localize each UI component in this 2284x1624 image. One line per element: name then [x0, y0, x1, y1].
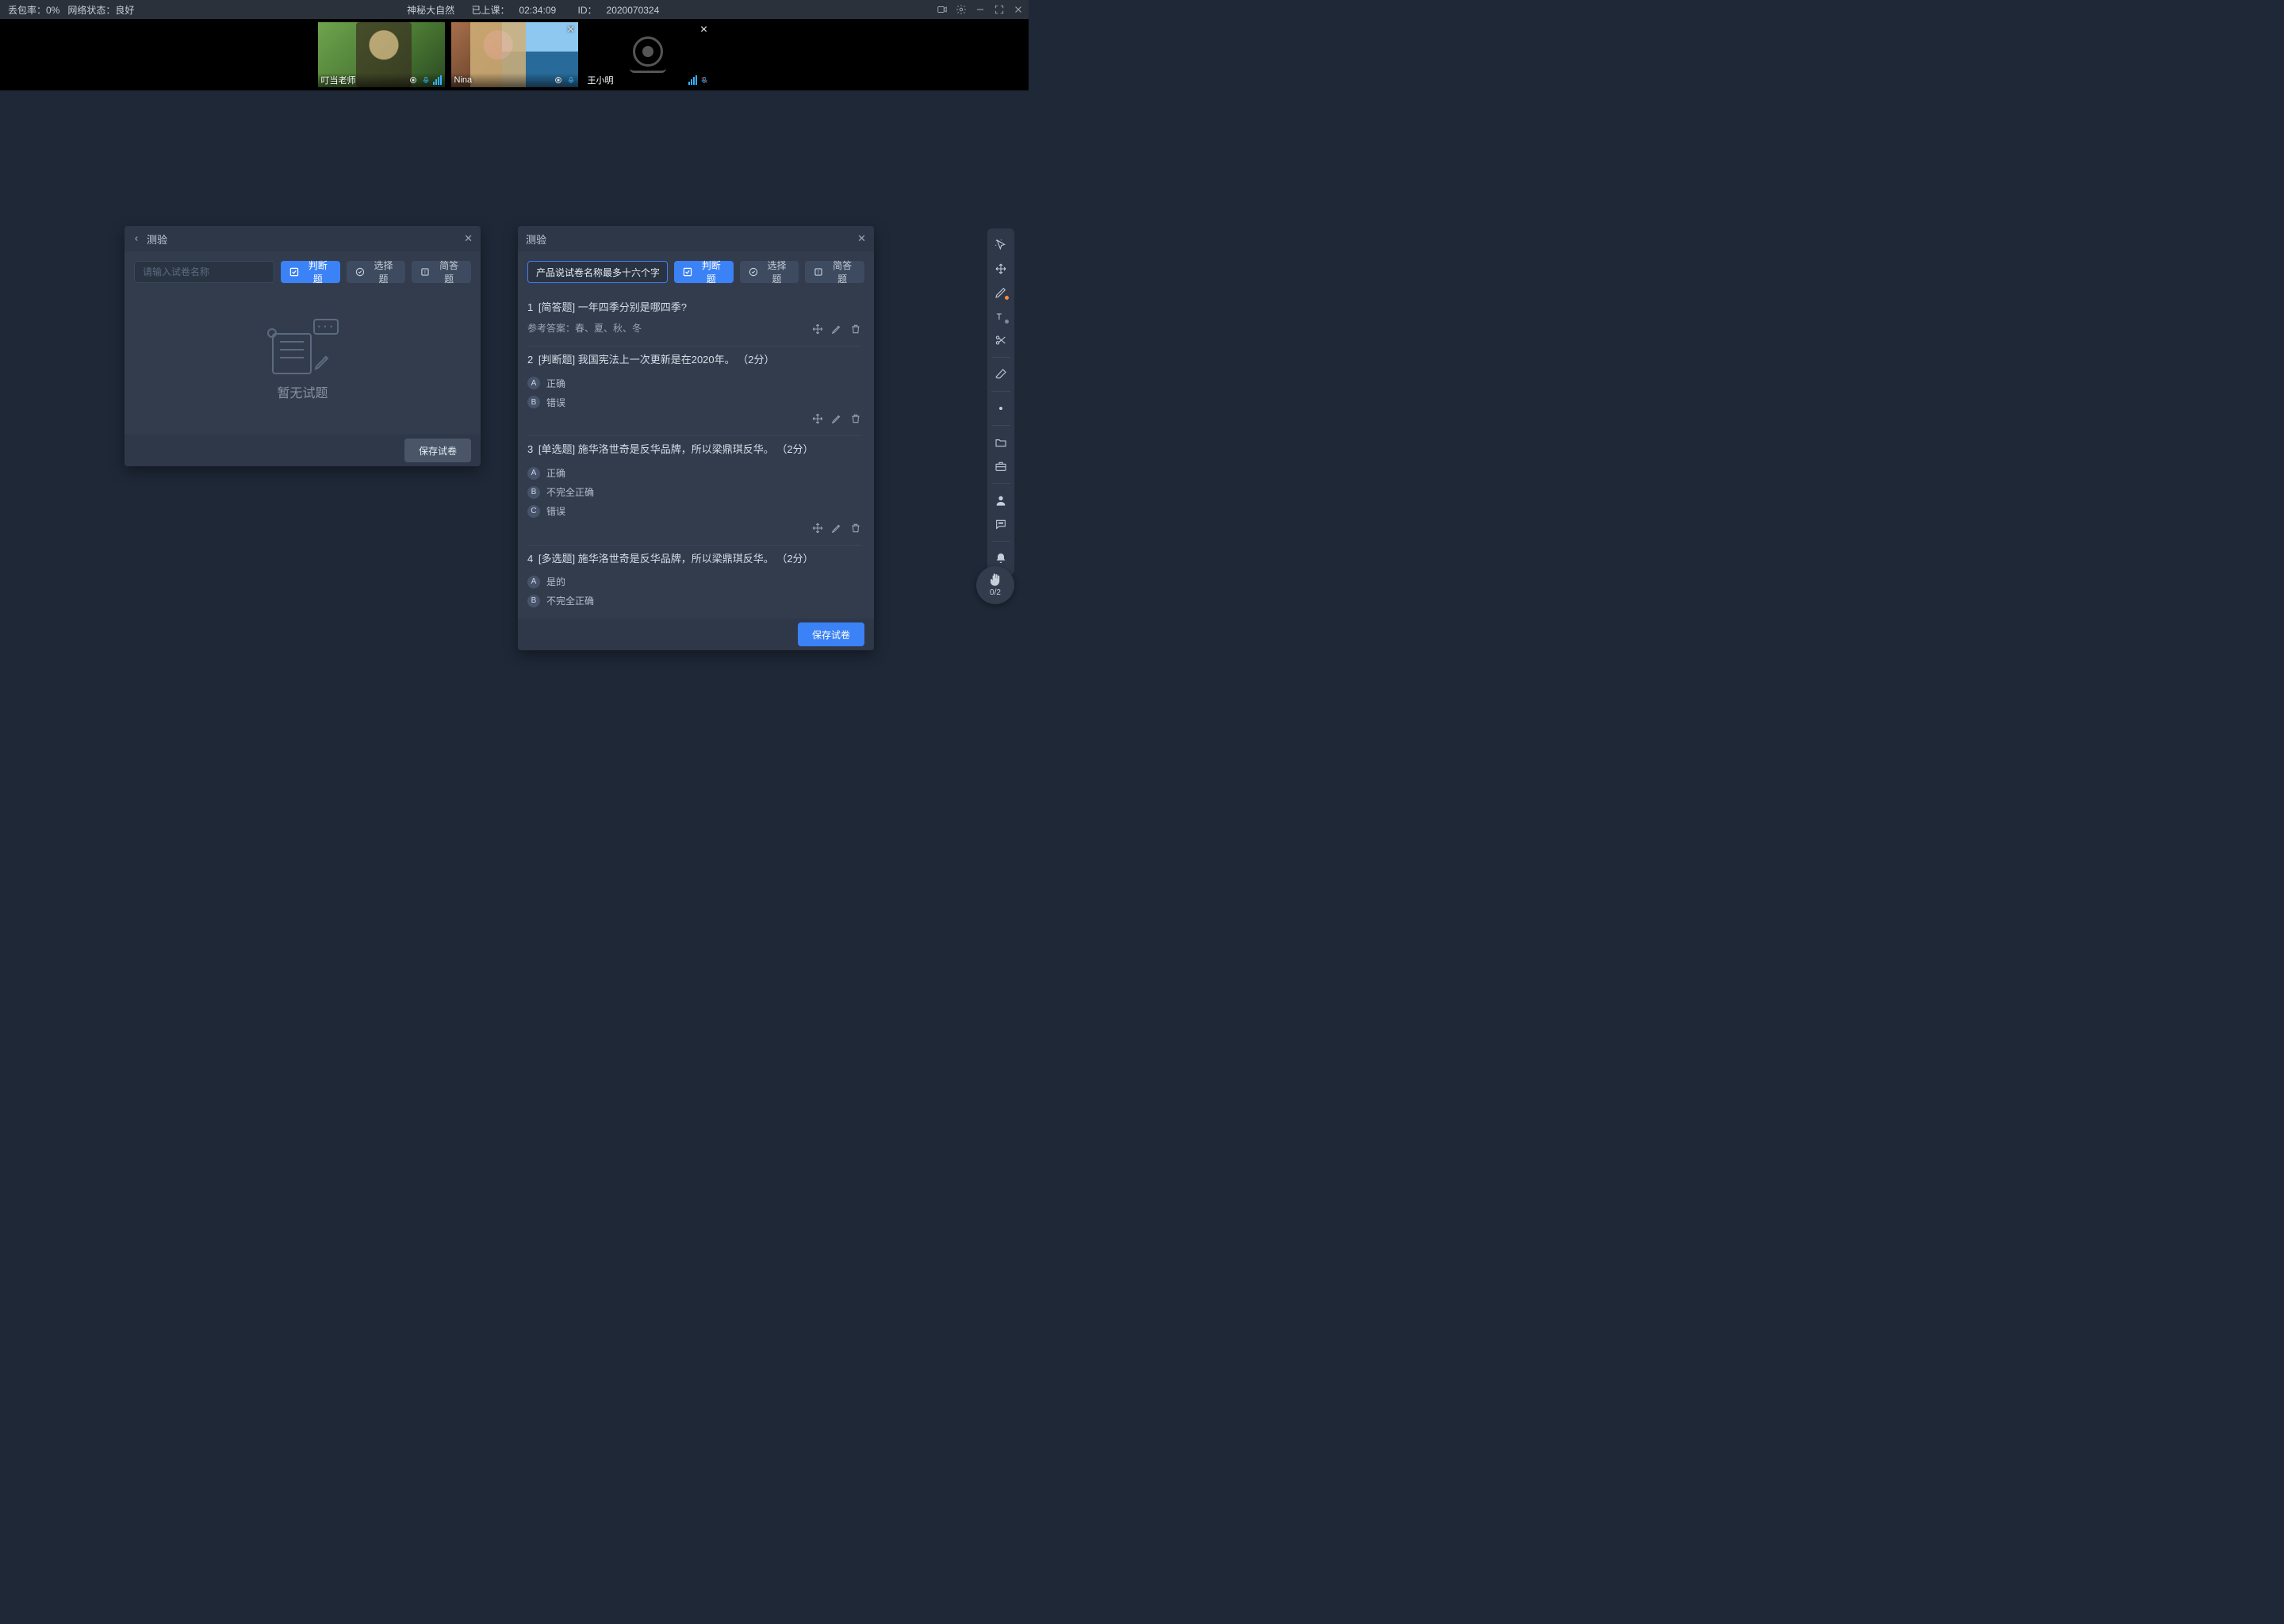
add-judge-button[interactable]: 判断题 [281, 261, 340, 283]
pen-tool-icon[interactable] [991, 282, 1011, 303]
maximize-icon[interactable] [994, 4, 1005, 15]
text-tool-icon[interactable]: T [991, 306, 1011, 327]
option-b[interactable]: B错误 [527, 393, 861, 412]
add-choice-button[interactable]: 选择题 [740, 261, 799, 283]
mic-icon [422, 75, 430, 85]
mic-muted-icon [700, 75, 708, 85]
answer-prefix: 参考答案： [527, 323, 575, 334]
elapsed-label: 已上课： [471, 5, 509, 16]
video-tile-student-1[interactable]: ✕ Nina [451, 22, 578, 87]
toolbox-tool-icon[interactable] [991, 456, 1011, 477]
camera-off-icon [633, 36, 663, 67]
back-icon[interactable] [132, 233, 140, 245]
move-icon[interactable] [812, 523, 823, 534]
chat-tool-icon[interactable] [991, 514, 1011, 534]
option-a[interactable]: A正确 [527, 373, 861, 393]
option-a[interactable]: A正确 [527, 464, 861, 483]
question-item: 4 [多选题] 施华洛世奇是反华品牌，所以梁鼎琪反华。 （2分） A是的 B不完… [527, 546, 861, 609]
volume-indicator [433, 75, 442, 85]
delete-icon[interactable] [850, 413, 861, 424]
svg-text:T: T [997, 312, 1002, 322]
video-strip: 叮当老师 ✕ Nina ✕ 王小明 [0, 19, 1029, 90]
video-close-icon[interactable]: ✕ [566, 24, 574, 35]
empty-illustration [267, 319, 339, 374]
packet-loss-label: 丢包率：0% [8, 3, 59, 17]
raise-hand-badge[interactable]: 0/2 [976, 566, 1014, 604]
hand-icon [988, 573, 1002, 588]
quiz-panel-editor: 测验 ✕ 判断题 选择题 T 简答题 1 [简答题] [518, 226, 874, 650]
video-name-label: 叮当老师 [321, 74, 408, 86]
panel-title: 测验 [147, 232, 464, 247]
option-c[interactable]: C错误 [527, 502, 861, 521]
option-b[interactable]: B不完全正确 [527, 483, 861, 502]
volume-indicator [688, 75, 697, 85]
record-icon[interactable] [937, 4, 948, 15]
option-a[interactable]: A是的 [527, 573, 861, 592]
move-tool-icon[interactable] [991, 259, 1011, 279]
record-indicator-icon [553, 75, 564, 86]
video-tile-teacher[interactable]: 叮当老师 [318, 22, 445, 87]
add-short-answer-button[interactable]: T 简答题 [805, 261, 864, 283]
hand-count: 0/2 [990, 588, 1001, 597]
add-short-answer-button[interactable]: T 简答题 [412, 261, 471, 283]
svg-text:T: T [424, 270, 427, 275]
move-icon[interactable] [812, 324, 823, 335]
close-icon[interactable]: ✕ [464, 232, 473, 245]
video-name-label: Nina [454, 75, 553, 85]
panel-title: 测验 [526, 232, 857, 247]
svg-text:T: T [818, 270, 821, 275]
laser-tool-icon[interactable] [991, 398, 1011, 419]
session-id-value: 2020070324 [607, 5, 660, 16]
class-title: 神秘大自然 [407, 5, 454, 16]
video-close-icon[interactable]: ✕ [699, 24, 707, 35]
cursor-tool-icon[interactable] [991, 235, 1011, 255]
close-window-icon[interactable] [1013, 4, 1024, 15]
question-item: 1 [简答题] 一年四季分别是哪四季? 参考答案：春、夏、秋、冬 [527, 294, 861, 347]
delete-icon[interactable] [850, 523, 861, 534]
add-judge-button[interactable]: 判断题 [674, 261, 734, 283]
question-item: 2 [判断题] 我国宪法上一次更新是在2020年。 （2分） A正确 B错误 [527, 347, 861, 436]
edit-icon[interactable] [831, 523, 842, 534]
quiz-panel-empty: 测验 ✕ 判断题 选择题 T 简答题 暂无试题 [125, 226, 481, 466]
record-indicator-icon [408, 75, 419, 86]
folder-tool-icon[interactable] [991, 432, 1011, 453]
quiz-name-input[interactable] [527, 261, 668, 283]
save-quiz-button[interactable]: 保存试卷 [798, 622, 864, 646]
minimize-icon[interactable] [975, 4, 986, 15]
move-icon[interactable] [812, 413, 823, 424]
answer-text: 春、夏、秋、冬 [575, 323, 642, 334]
elapsed-time: 02:34:09 [519, 5, 556, 16]
add-choice-button[interactable]: 选择题 [347, 261, 406, 283]
empty-text: 暂无试题 [277, 382, 328, 401]
mic-icon [567, 75, 575, 85]
edit-icon[interactable] [831, 324, 842, 335]
user-tool-icon[interactable] [991, 490, 1011, 511]
eraser-tool-icon[interactable] [991, 364, 1011, 385]
save-quiz-button[interactable]: 保存试卷 [404, 439, 471, 462]
close-icon[interactable]: ✕ [857, 232, 866, 245]
settings-icon[interactable] [956, 4, 967, 15]
video-tile-student-2[interactable]: ✕ 王小明 [584, 22, 711, 87]
option-b[interactable]: B不完全正确 [527, 592, 861, 609]
video-name-label: 王小明 [588, 74, 688, 86]
quiz-name-input[interactable] [134, 261, 274, 283]
question-item: 3 [单选题] 施华洛世奇是反华品牌，所以梁鼎琪反华。 （2分） A正确 B不完… [527, 436, 861, 545]
edit-icon[interactable] [831, 413, 842, 424]
right-toolbar: T [987, 228, 1014, 575]
delete-icon[interactable] [850, 324, 861, 335]
scissors-tool-icon[interactable] [991, 330, 1011, 350]
session-id-label: ID： [578, 5, 597, 16]
topbar: 丢包率：0% 网络状态：良好 神秘大自然 已上课： 02:34:09 ID： 202… [0, 0, 1029, 19]
network-status-label: 网络状态：良好 [67, 3, 134, 17]
